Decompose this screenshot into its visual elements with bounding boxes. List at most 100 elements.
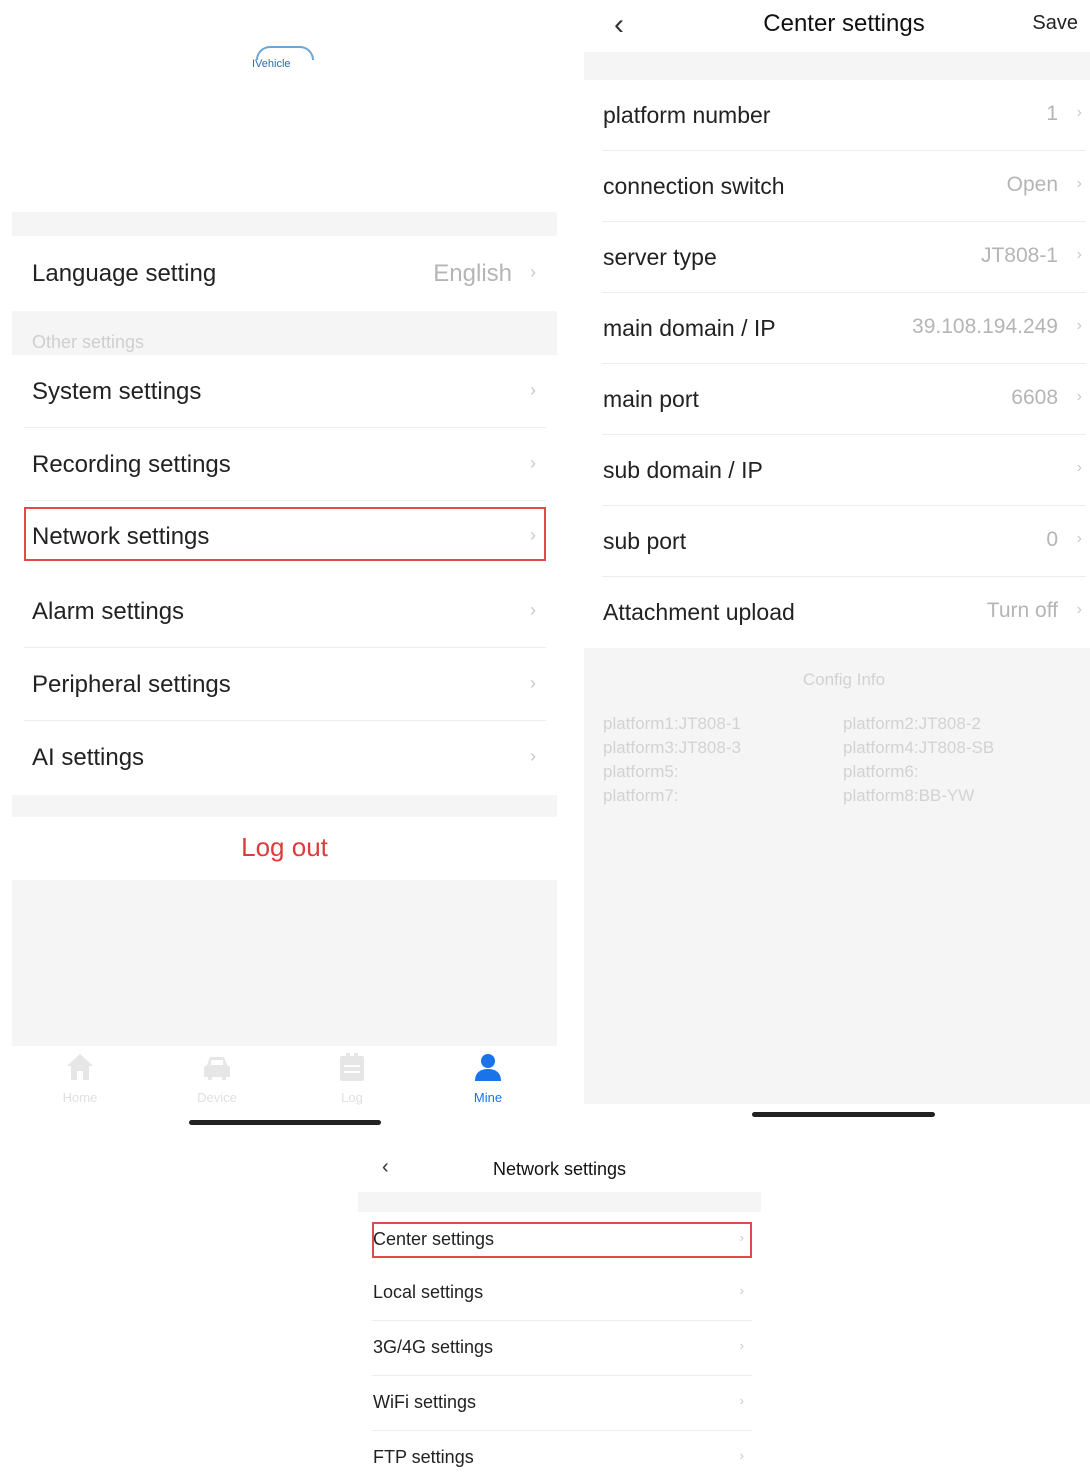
chevron-right-icon: ›: [530, 746, 536, 766]
tab-label: Home: [62, 1090, 98, 1105]
tab-mine[interactable]: Mine: [438, 1050, 538, 1105]
chevron-right-icon: ›: [1076, 530, 1082, 547]
row-value: JT808-1: [980, 244, 1058, 267]
language-setting-value: English: [433, 260, 512, 287]
network-item-local[interactable]: Local settings ›: [372, 1266, 752, 1321]
log-icon: [340, 1053, 364, 1081]
settings-item-ai[interactable]: AI settings ›: [24, 722, 546, 794]
config-item: platform8:BB-YW: [843, 786, 975, 805]
platform-number-row[interactable]: platform number 1 ›: [602, 80, 1086, 151]
mine-screen: IVehicle Language setting English › Othe…: [12, 0, 557, 1125]
settings-item-label: System settings: [32, 378, 202, 405]
chevron-right-icon: ›: [1076, 175, 1082, 192]
chevron-right-icon: ›: [739, 1230, 744, 1245]
chevron-right-icon: ›: [530, 262, 536, 282]
chevron-right-icon: ›: [530, 600, 536, 620]
tab-device[interactable]: Device: [167, 1050, 267, 1105]
settings-item-label: Peripheral settings: [32, 671, 231, 698]
chevron-right-icon: ›: [530, 380, 536, 400]
center-settings-screen: ‹ Center settings Save platform number 1…: [584, 0, 1090, 1110]
ivehicle-logo: IVehicle: [252, 46, 318, 76]
settings-item-peripheral[interactable]: Peripheral settings ›: [24, 649, 546, 721]
row-value: 1: [1046, 102, 1058, 125]
network-item-3g4g[interactable]: 3G/4G settings ›: [372, 1321, 752, 1376]
settings-item-recording[interactable]: Recording settings ›: [24, 429, 546, 501]
row-value: Turn off: [986, 599, 1058, 622]
row-label: Attachment upload: [603, 599, 795, 625]
home-icon: [67, 1054, 93, 1080]
network-settings-screen: ‹ Network settings Center settings › Loc…: [358, 1140, 761, 1481]
sub-domain-row[interactable]: sub domain / IP ›: [602, 435, 1086, 506]
network-item-label: 3G/4G settings: [373, 1337, 494, 1357]
main-domain-row[interactable]: main domain / IP 39.108.194.249 ›: [602, 293, 1086, 364]
section-divider: [584, 52, 1090, 80]
tab-label: Device: [197, 1090, 237, 1105]
row-label: sub port: [603, 528, 687, 554]
connection-switch-row[interactable]: connection switch Open ›: [602, 151, 1086, 222]
settings-item-alarm[interactable]: Alarm settings ›: [24, 576, 546, 648]
chevron-right-icon: ›: [739, 1393, 744, 1408]
home-indicator: [189, 1120, 381, 1125]
config-item: platform3:JT808-3: [603, 738, 741, 757]
chevron-right-icon: ›: [1076, 317, 1082, 334]
network-item-ftp[interactable]: FTP settings ›: [372, 1431, 752, 1481]
tab-label: Mine: [473, 1090, 503, 1105]
row-label: main domain / IP: [603, 315, 776, 341]
row-value: 0: [1046, 528, 1058, 551]
tab-log[interactable]: Log: [302, 1050, 402, 1105]
car-icon: [204, 1057, 230, 1080]
network-item-label: Local settings: [373, 1282, 484, 1302]
settings-item-label: Network settings: [32, 523, 210, 550]
chevron-right-icon: ›: [1076, 246, 1082, 263]
network-item-label: WiFi settings: [373, 1392, 477, 1412]
config-item: platform2:JT808-2: [843, 714, 981, 733]
nav-header: ‹ Center settings Save: [584, 0, 1090, 52]
row-label: connection switch: [603, 173, 785, 199]
page-title: Network settings: [492, 1159, 627, 1179]
chevron-right-icon: ›: [530, 673, 536, 693]
language-setting-label: Language setting: [32, 260, 217, 287]
other-settings-header: Other settings: [32, 332, 145, 352]
chevron-right-icon: ›: [1076, 459, 1082, 476]
config-item: platform6:: [843, 762, 919, 781]
chevron-right-icon: ›: [1076, 104, 1082, 121]
config-info-panel: Config Info platform1:JT808-1 platform2:…: [584, 648, 1090, 1104]
chevron-right-icon: ›: [530, 525, 536, 545]
chevron-right-icon: ›: [1076, 388, 1082, 405]
main-port-row[interactable]: main port 6608 ›: [602, 364, 1086, 435]
logo-text: IVehicle: [252, 58, 291, 70]
row-label: sub domain / IP: [603, 457, 763, 483]
logout-button[interactable]: Log out: [12, 812, 557, 882]
row-value: 39.108.194.249: [912, 315, 1058, 338]
page-title: Center settings: [763, 10, 925, 37]
section-divider: [12, 212, 557, 236]
settings-item-network[interactable]: Network settings ›: [24, 507, 546, 561]
network-item-center[interactable]: Center settings ›: [372, 1222, 752, 1258]
attachment-upload-row[interactable]: Attachment upload Turn off ›: [602, 577, 1086, 648]
bottom-tab-bar: Home Device Log Mine: [12, 1046, 557, 1110]
sub-port-row[interactable]: sub port 0 ›: [602, 506, 1086, 577]
settings-item-label: Recording settings: [32, 451, 231, 478]
save-button[interactable]: Save: [1032, 12, 1078, 35]
server-type-row[interactable]: server type JT808-1 ›: [602, 222, 1086, 293]
settings-item-label: Alarm settings: [32, 598, 185, 625]
network-item-wifi[interactable]: WiFi settings ›: [372, 1376, 752, 1431]
language-setting-row[interactable]: Language setting English ›: [24, 238, 546, 310]
chevron-right-icon: ›: [530, 453, 536, 473]
row-label: server type: [603, 244, 717, 270]
config-item: platform1:JT808-1: [603, 714, 741, 733]
empty-area: [12, 880, 557, 1046]
tab-home[interactable]: Home: [30, 1050, 130, 1105]
settings-item-system[interactable]: System settings ›: [24, 356, 546, 428]
home-indicator: [752, 1112, 935, 1117]
tab-label: Log: [341, 1090, 363, 1105]
chevron-right-icon: ›: [739, 1283, 744, 1298]
row-value: Open: [1006, 173, 1058, 196]
chevron-right-icon: ›: [739, 1448, 744, 1463]
config-info-title: Config Info: [802, 670, 886, 689]
settings-item-label: AI settings: [32, 744, 145, 771]
user-icon: [475, 1054, 501, 1081]
row-label: main port: [603, 386, 699, 412]
chevron-right-icon: ›: [1076, 601, 1082, 618]
config-item: platform4:JT808-SB: [843, 738, 995, 757]
